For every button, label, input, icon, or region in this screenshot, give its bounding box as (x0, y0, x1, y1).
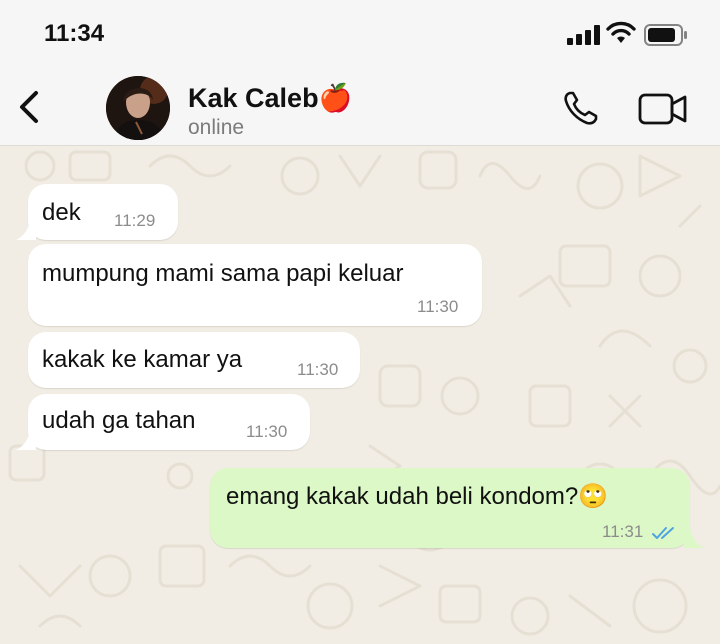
contact-avatar[interactable] (106, 76, 170, 140)
message-bubble-incoming[interactable]: udah ga tahan 11:30 (28, 394, 310, 450)
chat-header: Kak Caleb🍎 online (0, 70, 720, 146)
contact-name[interactable]: Kak Caleb🍎 (188, 82, 352, 114)
contact-status: online (188, 116, 245, 139)
message-time: 11:30 (246, 422, 288, 441)
video-camera-icon[interactable] (638, 92, 688, 126)
message-bubble-incoming[interactable]: mumpung mami sama papi keluar 11:30 (28, 244, 482, 326)
message-text: kakak ke kamar ya (42, 346, 243, 373)
chat-area[interactable]: dek 11:29 mumpung mami sama papi keluar … (0, 146, 720, 644)
message-text: mumpung mami sama papi keluar (42, 260, 404, 287)
status-time: 11:34 (44, 20, 105, 47)
bubble-tail (16, 220, 36, 240)
phone-icon[interactable] (560, 88, 604, 128)
message-text: udah ga tahan (42, 407, 196, 434)
avatar-photo (106, 76, 170, 140)
message-text: emang kakak udah beli kondom?🙄 (226, 483, 609, 510)
read-receipt-icon (652, 527, 674, 539)
bubble-tail (16, 430, 36, 450)
message-text: dek (42, 199, 81, 226)
message-time: 11:30 (417, 297, 459, 316)
message-time: 11:31 (602, 522, 644, 541)
message-bubble-incoming[interactable]: kakak ke kamar ya 11:30 (28, 332, 360, 388)
message-bubble-outgoing[interactable]: emang kakak udah beli kondom?🙄 11:31 (210, 468, 690, 548)
back-chevron-icon[interactable] (14, 87, 44, 127)
message-time: 11:30 (297, 360, 339, 379)
message-bubble-incoming[interactable]: dek 11:29 (28, 184, 178, 240)
status-bar: 11:34 (0, 0, 720, 70)
bubble-tail (684, 528, 704, 548)
message-time: 11:29 (114, 211, 156, 230)
wifi-icon (606, 21, 636, 43)
cellular-signal-icon (567, 25, 600, 45)
battery-icon (644, 24, 687, 46)
